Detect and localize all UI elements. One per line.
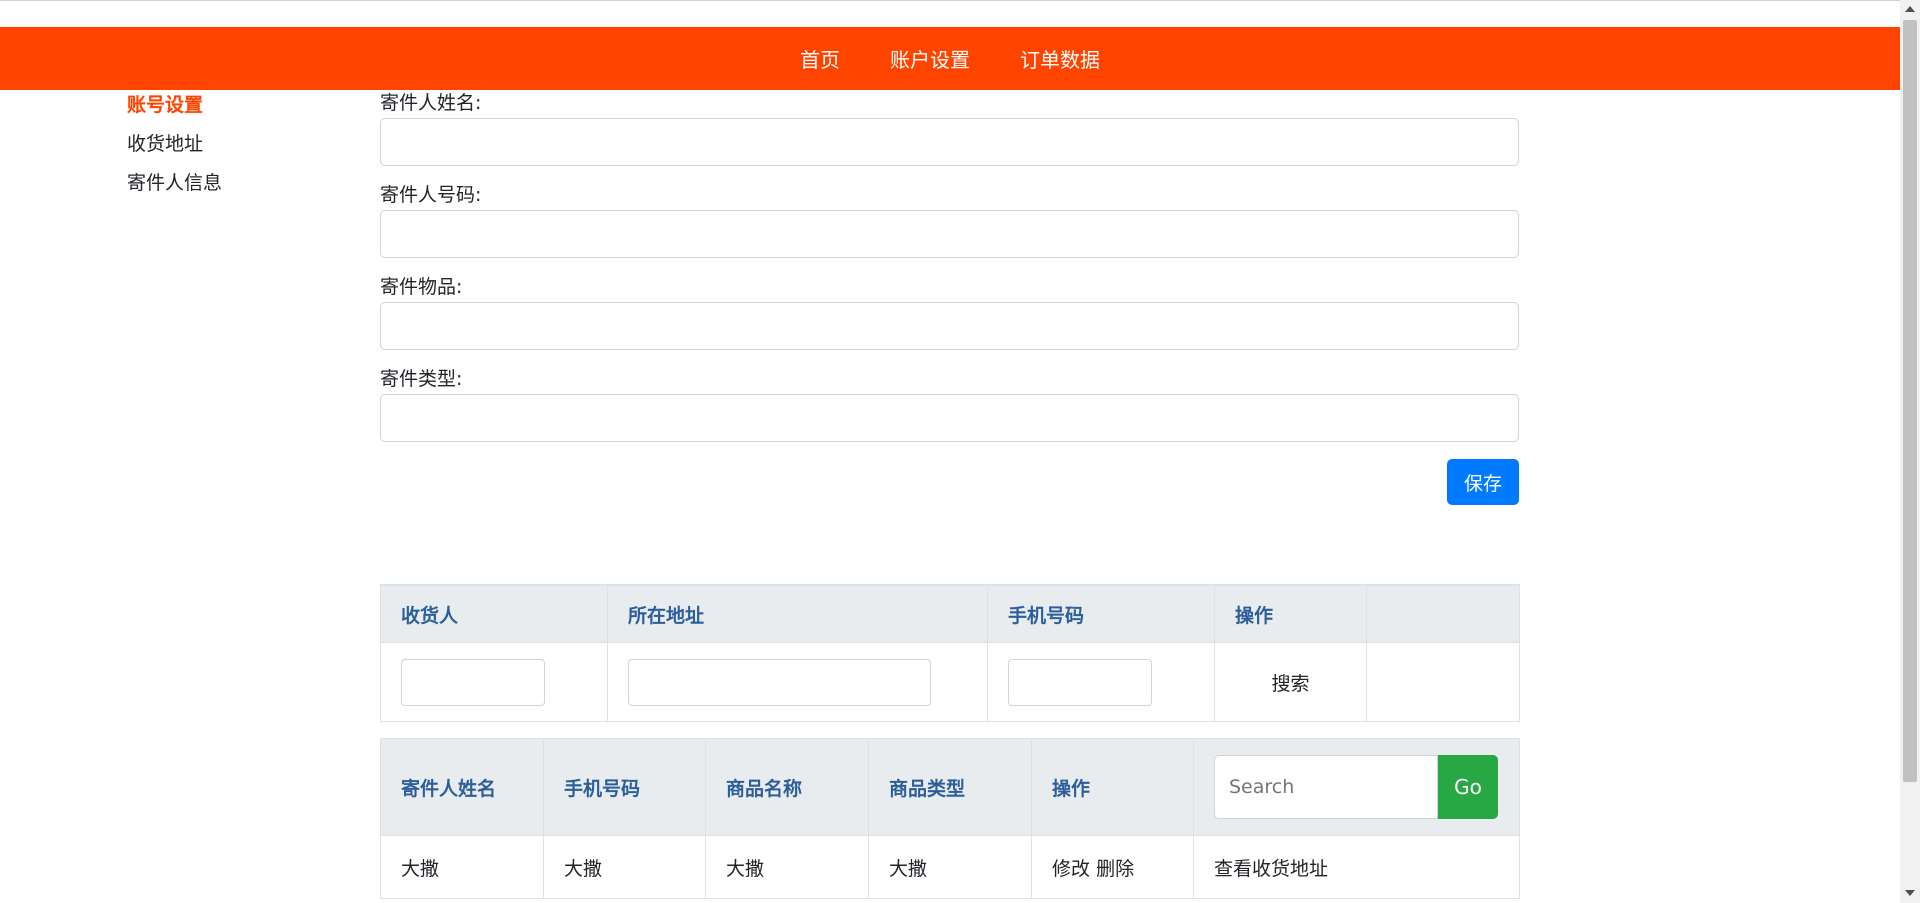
delete-link[interactable]: 删除 <box>1096 858 1134 880</box>
orders-table: 寄件人姓名 手机号码 商品名称 商品类型 操作 Go 大撒 大撒 大撒 大撒 修… <box>380 738 1520 899</box>
scroll-up-arrow-icon[interactable] <box>1905 6 1915 12</box>
cell-actions: 修改 删除 <box>1031 835 1194 899</box>
address-filter-cell <box>607 642 988 722</box>
page-top-border <box>0 0 1900 1</box>
top-navbar: 首页 账户设置 订单数据 <box>0 27 1900 90</box>
cell-phone: 大撒 <box>543 835 706 899</box>
search-cell: 搜索 <box>1214 642 1367 722</box>
header-consignee: 收货人 <box>380 584 608 643</box>
sender-name-input[interactable] <box>380 118 1519 166</box>
sender-phone-label: 寄件人号码: <box>380 184 482 206</box>
sender-phone-input[interactable] <box>380 210 1519 258</box>
nav-account-settings[interactable]: 账户设置 <box>890 44 970 73</box>
item-type-label: 寄件类型: <box>380 368 463 390</box>
item-input[interactable] <box>380 302 1519 350</box>
sender-form: 寄件人姓名: 寄件人号码: 寄件物品: 寄件类型: <box>380 92 1519 460</box>
sidebar: 账号设置 收货地址 寄件人信息 <box>127 90 222 207</box>
cell-product-type: 大撒 <box>868 835 1032 899</box>
item-type-input[interactable] <box>380 394 1519 442</box>
form-group-sender-phone: 寄件人号码: <box>380 184 1519 276</box>
scroll-thumb[interactable] <box>1903 20 1917 782</box>
nav-home[interactable]: 首页 <box>800 44 840 73</box>
cell-product-name: 大撒 <box>705 835 869 899</box>
cell-sender-name: 大撒 <box>380 835 544 899</box>
header-address: 所在地址 <box>607 584 988 643</box>
phone-filter-input[interactable] <box>1008 658 1152 706</box>
table-row: 大撒 大撒 大撒 大撒 修改 删除 查看收货地址 <box>380 835 1520 899</box>
empty-cell <box>1366 642 1520 722</box>
sender-name-label: 寄件人姓名: <box>380 92 482 114</box>
header-phone: 手机号码 <box>543 738 706 836</box>
vertical-scrollbar[interactable] <box>1900 0 1920 903</box>
consignee-filter-input[interactable] <box>401 658 545 706</box>
form-group-item-type: 寄件类型: <box>380 368 1519 460</box>
sidebar-item-sender-info[interactable]: 寄件人信息 <box>127 168 222 207</box>
header-phone: 手机号码 <box>987 584 1215 643</box>
search-button[interactable]: 搜索 <box>1235 669 1366 696</box>
cell-view-address: 查看收货地址 <box>1193 835 1520 899</box>
scroll-down-arrow-icon[interactable] <box>1905 890 1915 896</box>
edit-link[interactable]: 修改 <box>1052 858 1090 880</box>
header-empty <box>1366 584 1520 643</box>
header-action: 操作 <box>1214 584 1367 643</box>
orders-table-header-row: 寄件人姓名 手机号码 商品名称 商品类型 操作 Go <box>380 738 1520 836</box>
address-search-table: 收货人 所在地址 手机号码 操作 搜索 <box>380 584 1520 722</box>
address-table-header-row: 收货人 所在地址 手机号码 操作 <box>380 584 1520 643</box>
save-button[interactable]: 保存 <box>1447 459 1519 505</box>
phone-filter-cell <box>987 642 1215 722</box>
go-button[interactable]: Go <box>1438 755 1498 819</box>
header-product-name: 商品名称 <box>705 738 869 836</box>
nav-order-data[interactable]: 订单数据 <box>1020 44 1100 73</box>
sidebar-item-shipping-address[interactable]: 收货地址 <box>127 129 222 168</box>
item-label: 寄件物品: <box>380 276 463 298</box>
address-filter-row: 搜索 <box>380 642 1520 722</box>
search-group: Go <box>1214 755 1519 819</box>
header-action: 操作 <box>1031 738 1194 836</box>
header-sender-name: 寄件人姓名 <box>380 738 544 836</box>
sidebar-item-account-settings[interactable]: 账号设置 <box>127 90 222 129</box>
view-address-link[interactable]: 查看收货地址 <box>1214 858 1328 880</box>
form-group-sender-name: 寄件人姓名: <box>380 92 1519 184</box>
header-product-type: 商品类型 <box>868 738 1032 836</box>
address-filter-input[interactable] <box>628 658 931 706</box>
consignee-filter-cell <box>380 642 608 722</box>
search-input[interactable] <box>1214 755 1438 819</box>
form-group-item: 寄件物品: <box>380 276 1519 368</box>
header-search-cell: Go <box>1193 738 1520 836</box>
